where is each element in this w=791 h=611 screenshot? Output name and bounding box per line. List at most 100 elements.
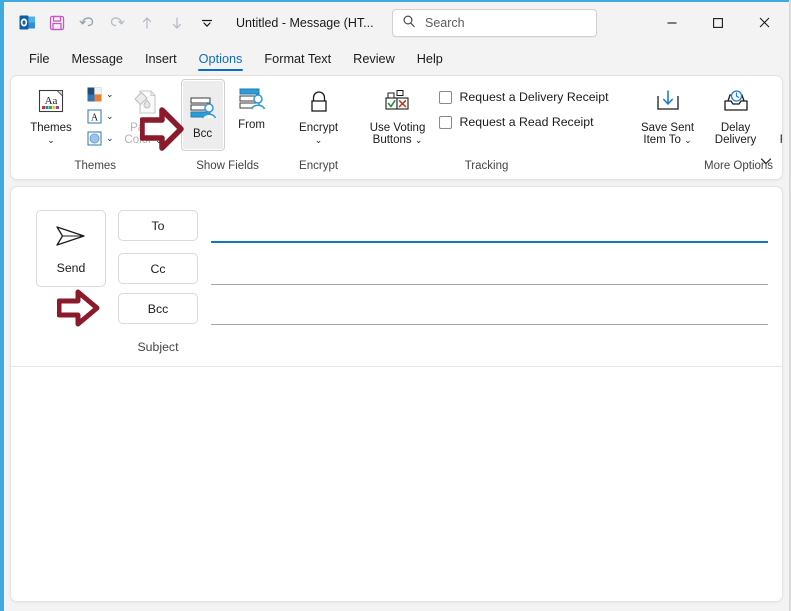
themes-button-label: Themes (30, 122, 72, 134)
title-bar: Untitled - Message (HT... Search (4, 2, 789, 43)
save-sent-item-label-line2: Item To (643, 134, 681, 146)
checkbox-icon (438, 90, 452, 104)
ribbon-tabs: File Message Insert Options Format Text … (4, 43, 789, 73)
theme-effects-icon (85, 129, 104, 148)
theme-fonts-button[interactable]: A ⌄ (83, 106, 116, 127)
use-voting-buttons-button[interactable]: Use Voting Buttons ⌄ (365, 82, 431, 149)
ribbon-group-label-show-fields: Show Fields (196, 160, 259, 172)
chevron-down-icon (759, 154, 773, 173)
request-read-receipt-label: Request a Read Receipt (459, 115, 594, 129)
page-color-label-line2: Color (124, 134, 152, 146)
bcc-field-icon (188, 92, 218, 126)
tab-format-text[interactable]: Format Text (253, 49, 342, 73)
minimize-button[interactable] (649, 2, 695, 43)
request-delivery-receipt-label: Request a Delivery Receipt (459, 90, 609, 104)
search-icon (402, 14, 416, 33)
ribbon-group-label-encrypt: Encrypt (299, 160, 339, 172)
theme-colors-caret-icon[interactable]: ⌄ (106, 89, 114, 100)
outlook-icon (12, 8, 42, 38)
bcc-ribbon-button-label: Bcc (192, 127, 213, 140)
page-color-caret-icon: ⌄ (155, 135, 163, 145)
bcc-field-input[interactable] (211, 324, 768, 325)
close-button[interactable] (741, 2, 787, 43)
encrypt-caret-icon[interactable]: ⌄ (315, 135, 323, 146)
encrypt-button[interactable]: Encrypt ⌄ (291, 82, 347, 148)
direct-replies-to-button[interactable]: Direct Replies To (771, 82, 782, 149)
theme-fonts-caret-icon[interactable]: ⌄ (106, 111, 114, 122)
ribbon-group-encrypt: Encrypt ⌄ Encrypt (283, 76, 355, 179)
bcc-field-button[interactable]: Bcc (118, 293, 198, 324)
page-color-button: Page Color ⌄ (120, 82, 168, 149)
undo-icon[interactable] (72, 8, 102, 38)
search-input-placeholder: Search (425, 16, 465, 30)
save-sent-item-to-button[interactable]: Save Sent Item To ⌄ (635, 82, 701, 149)
svg-text:A: A (91, 113, 99, 124)
window-left-accent (0, 0, 4, 611)
cc-field-input[interactable] (211, 284, 768, 285)
checkbox-icon (438, 115, 452, 129)
from-ribbon-button-label: From (238, 119, 265, 131)
ribbon-group-label-tracking: Tracking (464, 160, 509, 172)
tab-help[interactable]: Help (406, 49, 454, 73)
tab-message[interactable]: Message (60, 49, 133, 73)
outlook-message-window: Untitled - Message (HT... Search File Me… (0, 0, 791, 611)
delay-delivery-icon (720, 86, 752, 120)
svg-text:Aa: Aa (45, 95, 58, 107)
redo-icon[interactable] (102, 8, 132, 38)
to-field-input[interactable] (211, 241, 768, 243)
ribbon-group-tracking: Use Voting Buttons ⌄ Request a Delivery … (355, 76, 627, 179)
from-ribbon-button[interactable]: From (229, 79, 275, 134)
tab-file[interactable]: File (18, 49, 60, 73)
theme-effects-caret-icon[interactable]: ⌄ (106, 133, 114, 144)
delay-delivery-label-line2: Delivery (714, 134, 757, 146)
delay-delivery-button[interactable]: Delay Delivery (703, 82, 769, 149)
theme-fonts-icon: A (85, 107, 104, 126)
window-controls (649, 2, 787, 43)
ribbon: Aa Themes ⌄ ⌄ A ⌄ ⌄ Page Color ⌄ Themes … (10, 75, 783, 180)
lock-icon (305, 86, 333, 120)
save-sent-item-caret-icon[interactable]: ⌄ (684, 135, 692, 145)
ribbon-group-label-themes: Themes (74, 160, 117, 172)
themes-caret-icon[interactable]: ⌄ (47, 135, 55, 146)
search-box[interactable]: Search (392, 9, 597, 37)
save-sent-item-icon (652, 86, 684, 120)
tab-insert[interactable]: Insert (134, 49, 188, 73)
send-button-label: Send (56, 261, 86, 275)
theme-part-buttons: ⌄ A ⌄ ⌄ (83, 82, 116, 149)
previous-item-icon[interactable] (132, 8, 162, 38)
themes-button[interactable]: Aa Themes ⌄ (23, 82, 79, 148)
save-icon[interactable] (42, 8, 72, 38)
send-button[interactable]: Send (36, 210, 106, 287)
voting-buttons-icon (381, 86, 415, 120)
tab-review[interactable]: Review (342, 49, 406, 73)
tracking-checkbox-list: Request a Delivery Receipt Request a Rea… (438, 82, 609, 129)
request-read-receipt-checkbox[interactable]: Request a Read Receipt (438, 115, 609, 129)
from-field-icon (237, 83, 267, 117)
send-paper-plane-icon (53, 222, 89, 255)
use-voting-buttons-caret-icon[interactable]: ⌄ (415, 135, 423, 145)
message-header-fields: Send To Cc Bcc Subject (11, 187, 782, 367)
theme-effects-button[interactable]: ⌄ (83, 128, 116, 149)
request-delivery-receipt-checkbox[interactable]: Request a Delivery Receipt (438, 90, 609, 104)
maximize-button[interactable] (695, 2, 741, 43)
next-item-icon[interactable] (162, 8, 192, 38)
collapse-ribbon-button[interactable] (754, 151, 778, 175)
cc-field-button[interactable]: Cc (118, 253, 198, 284)
tab-options[interactable]: Options (188, 49, 254, 73)
theme-colors-icon (85, 85, 104, 104)
message-body-editor[interactable] (11, 367, 782, 601)
to-field-button[interactable]: To (118, 210, 198, 241)
direct-replies-to-label-line2: Replies To (780, 134, 782, 147)
customize-quick-access-toolbar-icon[interactable] (192, 8, 222, 38)
page-color-icon (129, 86, 159, 120)
encrypt-button-label: Encrypt (299, 122, 339, 134)
window-title: Untitled - Message (HT... (236, 15, 374, 30)
quick-access-toolbar (4, 8, 222, 38)
bcc-ribbon-button[interactable]: Bcc (180, 79, 225, 151)
ribbon-group-show-fields: Bcc From Show Fields (173, 76, 283, 179)
message-compose-area: Send To Cc Bcc Subject (10, 186, 783, 602)
theme-colors-button[interactable]: ⌄ (83, 84, 116, 105)
ribbon-group-themes: Aa Themes ⌄ ⌄ A ⌄ ⌄ Page Color ⌄ Themes (11, 76, 173, 179)
themes-icon: Aa (35, 86, 67, 120)
use-voting-buttons-label-line2: Buttons (372, 134, 412, 146)
